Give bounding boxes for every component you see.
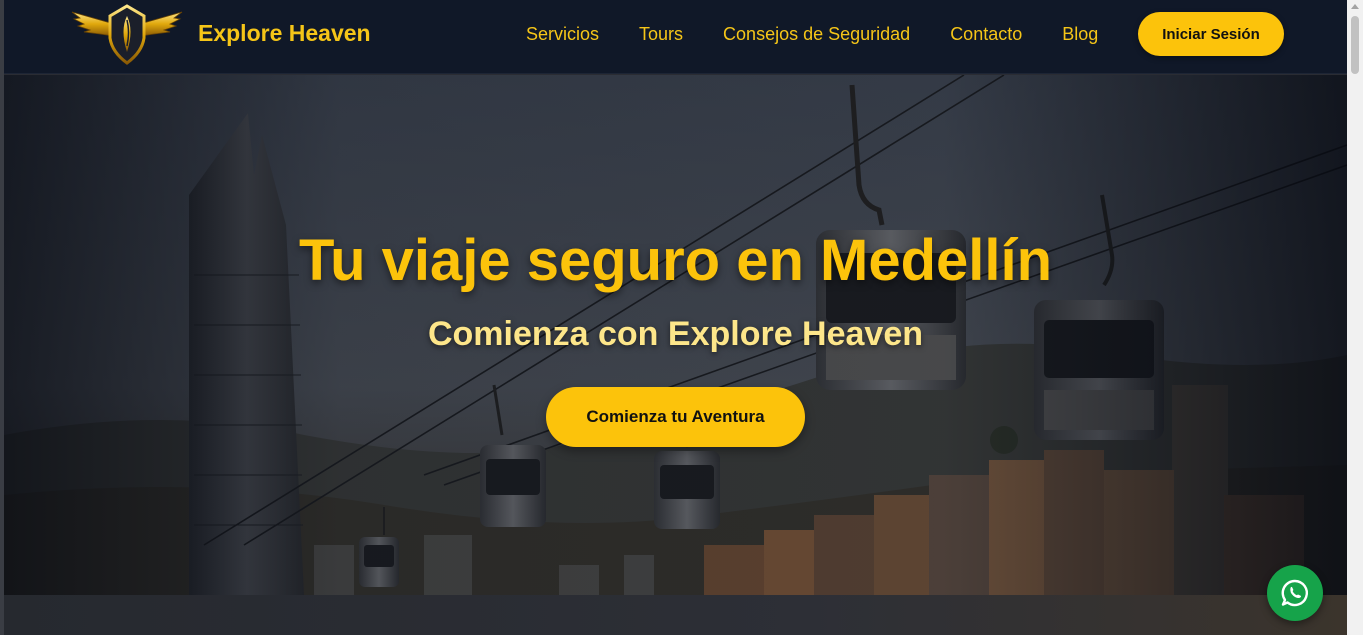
scroll-up-arrow-icon[interactable] — [1351, 4, 1359, 9]
whatsapp-button[interactable] — [1267, 565, 1323, 621]
nav-link-contacto[interactable]: Contacto — [950, 23, 1022, 47]
next-section — [4, 595, 1347, 635]
logo-icon[interactable] — [70, 2, 184, 66]
brand-name[interactable]: Explore Heaven — [198, 20, 371, 47]
scrollbar[interactable] — [1347, 0, 1363, 635]
start-adventure-button[interactable]: Comienza tu Aventura — [546, 387, 805, 447]
main-nav: Servicios Tours Consejos de Seguridad Co… — [526, 23, 1138, 47]
navbar: Explore Heaven Servicios Tours Consejos … — [4, 0, 1347, 74]
hero-title: Tu viaje seguro en Medellín — [298, 228, 1053, 293]
nav-link-consejos[interactable]: Consejos de Seguridad — [723, 23, 910, 47]
whatsapp-icon — [1281, 579, 1308, 607]
scroll-thumb[interactable] — [1351, 16, 1359, 74]
hero-section: Tu viaje seguro en Medellín Comienza con… — [4, 75, 1347, 595]
page: Explore Heaven Servicios Tours Consejos … — [0, 0, 1363, 635]
login-button[interactable]: Iniciar Sesión — [1138, 12, 1284, 56]
nav-link-blog[interactable]: Blog — [1062, 23, 1098, 47]
nav-link-servicios[interactable]: Servicios — [526, 23, 599, 47]
nav-link-tours[interactable]: Tours — [639, 23, 683, 47]
hero-subtitle: Comienza con Explore Heaven — [427, 315, 924, 353]
